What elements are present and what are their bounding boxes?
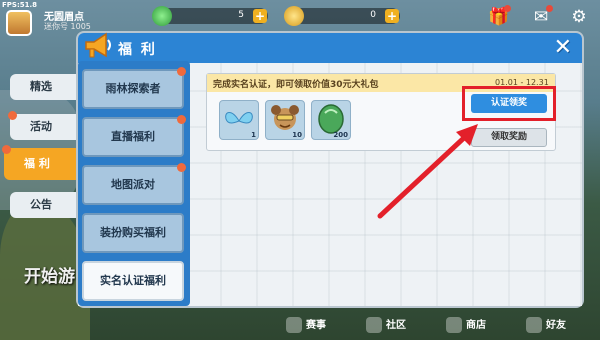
menu-label: 装扮购买福利 xyxy=(100,226,166,239)
tab-welfare-label: 福 利 xyxy=(24,157,50,170)
menu-label: 实名认证福利 xyxy=(100,274,166,287)
community-icon xyxy=(366,317,382,333)
reward-count: 10 xyxy=(292,131,302,139)
notification-dot xyxy=(177,115,186,124)
friends-icon xyxy=(526,317,542,333)
dialog-header: 福 利 ✕ xyxy=(78,32,582,63)
notification-dot xyxy=(177,67,186,76)
reward-count: 200 xyxy=(333,131,348,139)
add-beans-button[interactable]: + xyxy=(385,9,399,23)
reward-item[interactable]: 10 xyxy=(265,100,305,140)
tab-featured-label: 精选 xyxy=(30,80,52,93)
add-coins-button[interactable]: + xyxy=(253,9,267,23)
menu-realname-verify[interactable]: 实名认证福利 xyxy=(82,261,184,301)
fps-counter: FPS:51.8 xyxy=(2,1,38,9)
tab-featured[interactable]: 精选 xyxy=(10,74,80,100)
notification-dot xyxy=(8,111,17,120)
welfare-menu: 雨林探索者 直播福利 地图派对 装扮购买福利 实名认证福利 xyxy=(78,61,190,306)
reward-item[interactable]: 200 xyxy=(311,100,351,140)
menu-map-party[interactable]: 地图派对 xyxy=(82,163,186,205)
avatar[interactable] xyxy=(6,10,32,36)
nav-shop[interactable]: 商店 xyxy=(446,316,486,333)
notification-dot xyxy=(2,145,11,154)
tab-welfare[interactable]: 福 利 xyxy=(2,145,76,180)
menu-label: 地图派对 xyxy=(111,178,155,191)
mail-icon[interactable]: ✉ xyxy=(530,5,553,28)
menu-label: 直播福利 xyxy=(111,130,155,143)
coin-icon xyxy=(152,6,172,26)
nav-label: 商店 xyxy=(466,320,486,331)
nav-label: 社区 xyxy=(386,320,406,331)
claim-reward-button[interactable]: 领取奖励 xyxy=(471,128,547,147)
bottom-nav: 赛事 社区 商店 好友 xyxy=(270,310,600,340)
tab-activity-label: 活动 xyxy=(30,120,52,133)
bean-icon xyxy=(284,6,304,26)
menu-rainforest-explorer[interactable]: 雨林探索者 xyxy=(82,67,186,109)
megaphone-icon xyxy=(85,32,111,58)
bean-counter: 0 + xyxy=(284,6,400,26)
nav-events[interactable]: 赛事 xyxy=(286,316,326,333)
menu-outfit-purchase[interactable]: 装扮购买福利 xyxy=(82,213,184,253)
nav-friends[interactable]: 好友 xyxy=(526,316,566,333)
dialog-title: 福 利 xyxy=(118,42,157,58)
notification-dot xyxy=(177,163,186,172)
bean-value: 0 xyxy=(370,10,376,20)
nav-label: 好友 xyxy=(546,320,566,331)
notification-dot xyxy=(546,5,553,12)
start-game-text: 开始游 xyxy=(24,267,75,287)
tab-announcement-label: 公告 xyxy=(30,198,52,211)
cart-icon xyxy=(446,317,462,333)
reward-count: 1 xyxy=(251,131,256,139)
menu-live-welfare[interactable]: 直播福利 xyxy=(82,115,186,157)
nav-label: 赛事 xyxy=(306,320,326,331)
reward-item[interactable]: 1 xyxy=(219,100,259,140)
tab-activity[interactable]: 活动 xyxy=(8,111,80,140)
highlight-box xyxy=(462,86,556,121)
coin-value: 5 xyxy=(238,10,244,20)
nav-community[interactable]: 社区 xyxy=(366,316,406,333)
menu-label: 雨林探索者 xyxy=(105,82,161,95)
notification-dot xyxy=(504,5,511,12)
close-button[interactable]: ✕ xyxy=(554,35,572,60)
gear-icon[interactable]: ⚙ xyxy=(568,6,590,28)
tab-announcement[interactable]: 公告 xyxy=(10,192,80,218)
coin-counter: 5 + xyxy=(152,6,268,26)
gift-icon[interactable]: 🎁 xyxy=(488,5,511,28)
trophy-icon xyxy=(286,317,302,333)
event-title: 完成实名认证，即可领取价值30元大礼包 xyxy=(213,80,379,90)
